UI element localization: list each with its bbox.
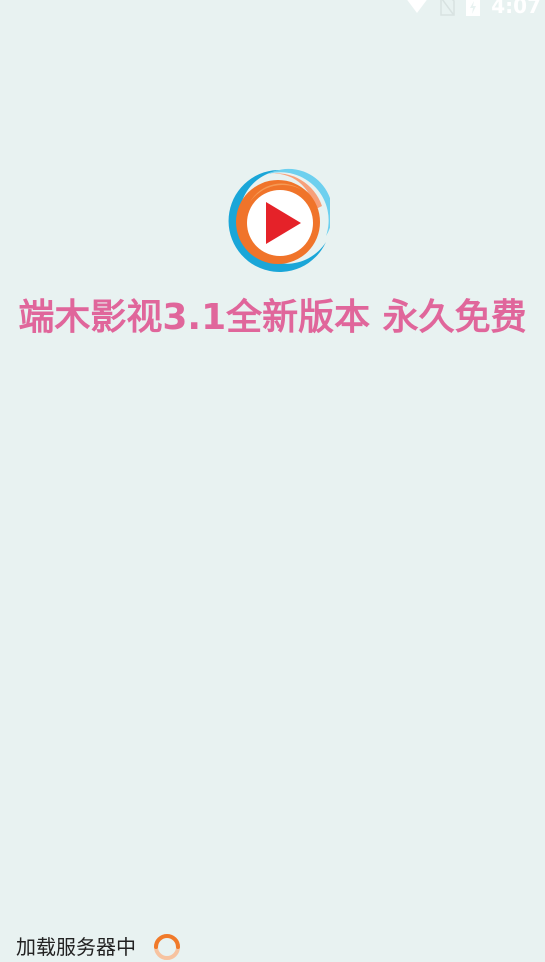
sim-icon: [440, 0, 455, 16]
loading-indicator: 加载服务器中: [16, 932, 182, 962]
status-icons: 4:07: [405, 0, 541, 16]
splash-headline: 端木影视3.1全新版本 永久免费: [18, 297, 527, 338]
status-time: 4:07: [491, 0, 541, 16]
wifi-icon: [407, 0, 427, 13]
loading-text: 加载服务器中: [16, 935, 136, 959]
play-logo-icon: [228, 168, 330, 272]
status-bar: 4:07: [0, 0, 545, 16]
battery-icon: [466, 0, 481, 16]
loading-spinner-icon: [154, 934, 180, 960]
